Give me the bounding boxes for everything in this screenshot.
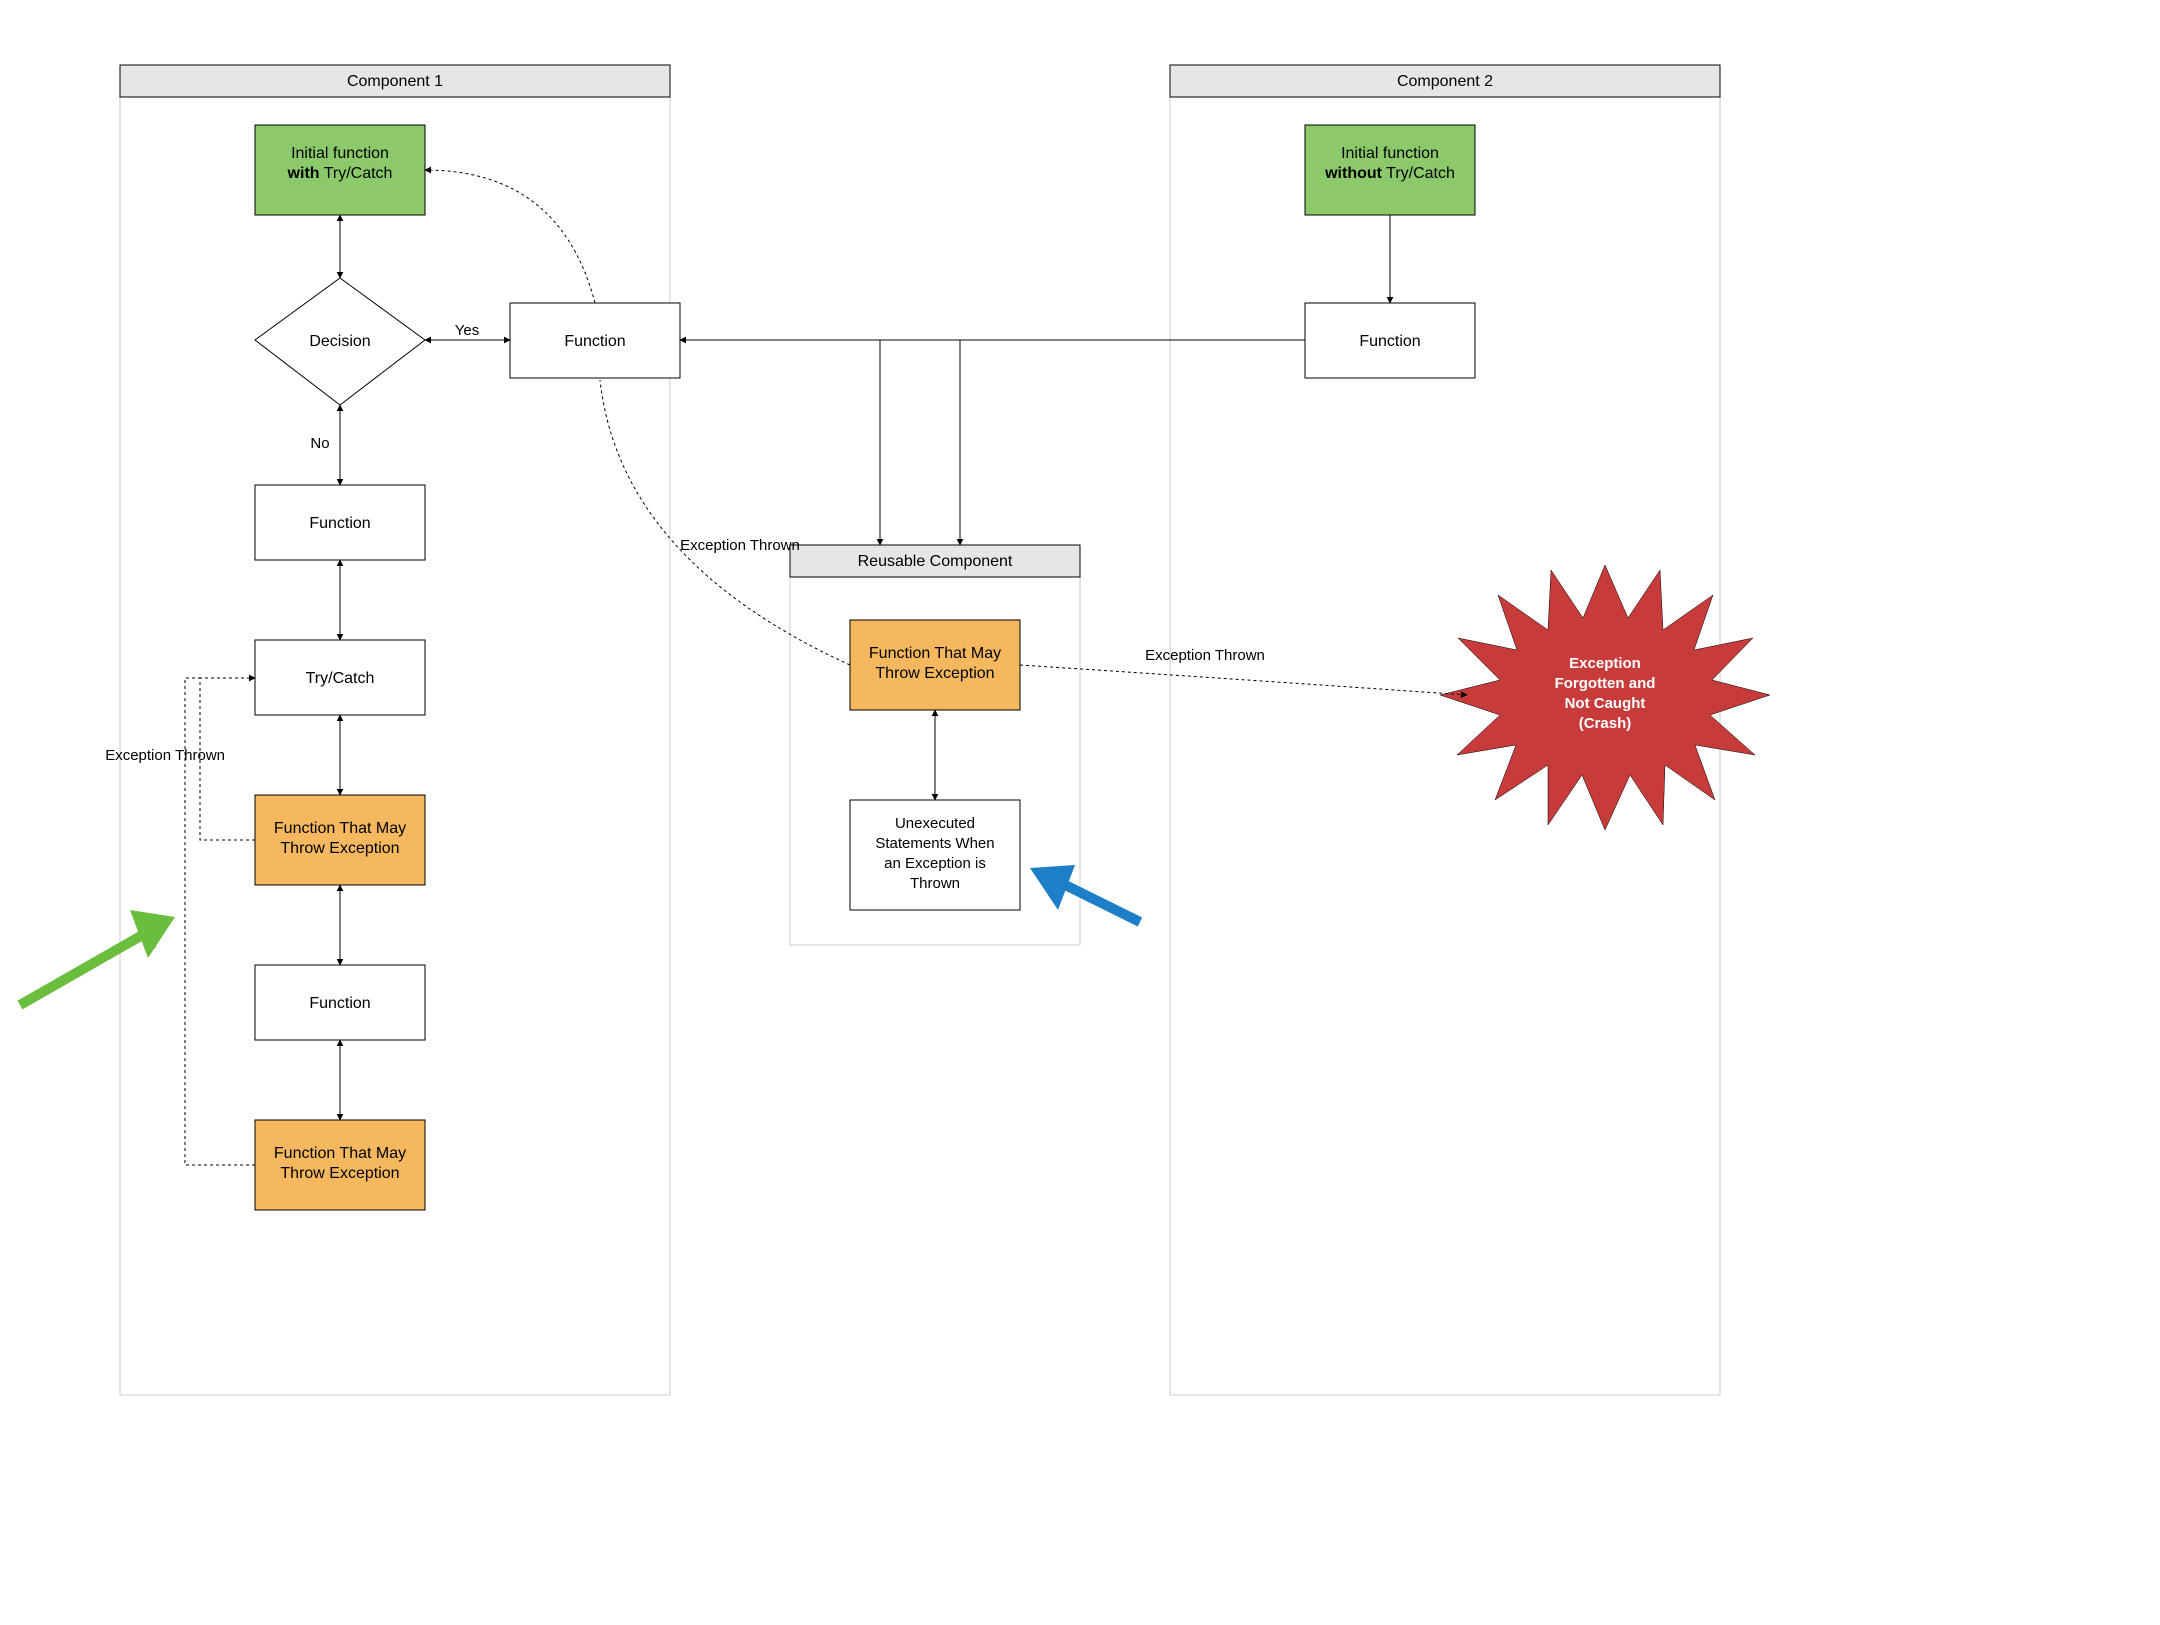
c1-fmay1-l2: Throw Exception [280, 840, 399, 857]
re-unexec-l1: Unexecuted [895, 815, 975, 832]
c2-start-line2: without Try/Catch [1324, 165, 1455, 182]
c1-fmay2-node: Function That May Throw Exception [255, 1120, 425, 1210]
c2-start-line1: Initial function [1341, 145, 1439, 162]
c1-func-right-label: Function [564, 333, 625, 350]
re-fmay-l2: Throw Exception [875, 665, 994, 682]
c1-fmay1-l1: Function That May [274, 820, 406, 837]
c1-start-node: Initial function with Try/Catch [255, 125, 425, 215]
c1-trycatch-node: Try/Catch [255, 640, 425, 715]
c2-func-label: Function [1359, 333, 1420, 350]
c1-func-no-label: Function [309, 515, 370, 532]
component2-title: Component 2 [1397, 73, 1493, 90]
re-unexec-l2: Statements When [875, 835, 994, 852]
edge-exception-label-mid: Exception Thrown [680, 537, 800, 554]
crash-l2: Forgotten and [1555, 675, 1656, 692]
c1-function-no-node: Function [255, 485, 425, 560]
blue-arrow-annotation [1030, 865, 1140, 922]
re-unexec-node: Unexecuted Statements When an Exception … [850, 800, 1020, 910]
edge-refmay-crash-dotted [1020, 665, 1467, 695]
c2-start-node: Initial function without Try/Catch [1305, 125, 1475, 215]
c1-function-right-node: Function [510, 303, 680, 378]
c1-fmay2-l2: Throw Exception [280, 1165, 399, 1182]
re-unexec-l4: Thrown [910, 875, 960, 892]
re-fmay-node: Function That May Throw Exception [850, 620, 1020, 710]
reusable-title: Reusable Component [858, 553, 1013, 570]
c1-start-line2: with Try/Catch [287, 165, 393, 182]
crash-l1: Exception [1569, 655, 1641, 672]
crash-l4: (Crash) [1579, 715, 1632, 732]
re-unexec-l3: an Exception is [884, 855, 986, 872]
edge-no-label: No [310, 435, 329, 452]
edge-refmay-funcright-dotted [600, 380, 850, 665]
c1-decision-node: Decision [255, 278, 425, 405]
c2-function-node: Function [1305, 303, 1475, 378]
flowchart-canvas: Component 1 Initial function with Try/Ca… [0, 0, 2160, 1625]
edge-exception-label-left: Exception Thrown [105, 747, 225, 764]
c1-start-line1: Initial function [291, 145, 389, 162]
crash-l3: Not Caught [1565, 695, 1646, 712]
c1-decision-label: Decision [309, 333, 370, 350]
c1-fmay1-node: Function That May Throw Exception [255, 795, 425, 885]
c1-trycatch-label: Try/Catch [306, 670, 375, 687]
edge-exception-label-right: Exception Thrown [1145, 647, 1265, 664]
c1-func2-label: Function [309, 995, 370, 1012]
edge-yes-label: Yes [455, 322, 479, 339]
green-arrow-annotation [20, 910, 175, 1005]
re-fmay-l1: Function That May [869, 645, 1001, 662]
edge-funcright-start-dotted [425, 170, 595, 303]
c1-function2-node: Function [255, 965, 425, 1040]
component1-title: Component 1 [347, 73, 443, 90]
c1-fmay2-l1: Function That May [274, 1145, 406, 1162]
